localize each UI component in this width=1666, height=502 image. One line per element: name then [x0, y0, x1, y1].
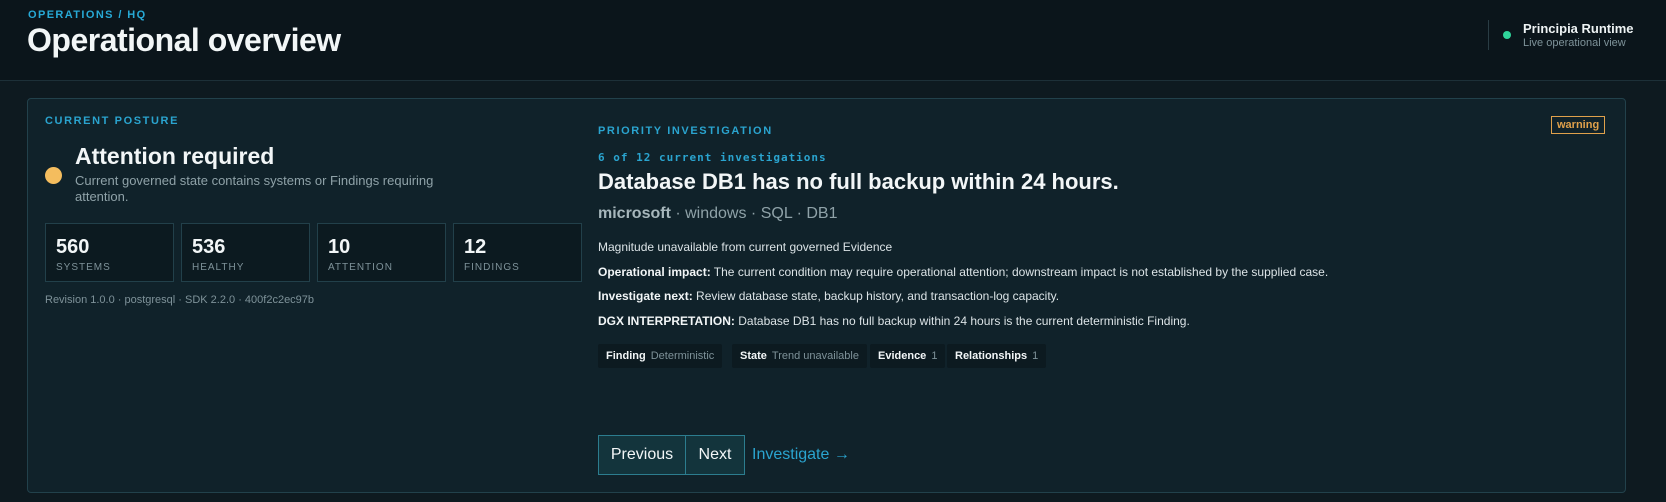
stat-value: 536: [192, 236, 226, 258]
impact-line: Operational impact: The current conditio…: [598, 265, 1328, 279]
stat-label: FINDINGS: [464, 262, 520, 273]
dgx-label: DGX INTERPRETATION:: [598, 314, 735, 328]
revision-info: Revision 1.0.0 · postgresql · SDK 2.2.0 …: [45, 294, 315, 306]
posture-description: Current governed state contains systems …: [75, 173, 434, 204]
chip-key: Finding: [606, 350, 646, 362]
stat-label: ATTENTION: [328, 262, 393, 273]
chip-key: State: [740, 350, 767, 362]
chip-value: Deterministic: [650, 350, 715, 362]
stat-label: HEALTHY: [192, 262, 245, 273]
posture-title: Attention required: [75, 143, 275, 169]
stat-attention[interactable]: 10 ATTENTION: [317, 223, 446, 282]
chip-relationships: Relationships 1: [947, 344, 1047, 368]
chip-state: State Trend unavailable: [732, 344, 867, 368]
live-status-dot-icon: [1503, 31, 1511, 39]
chip-key: Relationships: [955, 350, 1028, 362]
previous-button[interactable]: Previous: [598, 435, 686, 475]
investigate-next-text: Review database state, backup history, a…: [692, 289, 1060, 303]
stat-value: 12: [464, 236, 487, 258]
chip-value: 1: [931, 350, 938, 362]
overview-panel: CURRENT POSTURE Attention required Curre…: [27, 98, 1626, 493]
source-details: · windows · SQL · DB1: [670, 205, 838, 222]
chip-value: 1: [1032, 350, 1039, 362]
investigation-count: 6 of 12 current investigations: [598, 151, 827, 164]
attention-status-icon: [45, 167, 62, 184]
stat-value: 10: [328, 236, 351, 258]
runtime-status: Principia Runtime Live operational view: [1488, 20, 1658, 50]
chip-key: Evidence: [878, 350, 927, 362]
posture-section-label: CURRENT POSTURE: [45, 115, 180, 127]
chip-value: Trend unavailable: [771, 350, 859, 362]
magnitude-line: Magnitude unavailable from current gover…: [598, 240, 893, 254]
impact-text: The current condition may require operat…: [710, 265, 1329, 279]
dgx-text: Database DB1 has no full backup within 2…: [734, 314, 1190, 328]
top-bar: OPERATIONS / HQ Operational overview Pri…: [0, 0, 1666, 81]
posture-section: CURRENT POSTURE Attention required Curre…: [28, 99, 588, 492]
runtime-status-text: Live operational view: [1523, 37, 1626, 49]
investigate-link[interactable]: Investigate →: [752, 446, 850, 464]
impact-label: Operational impact:: [598, 265, 711, 279]
source-vendor: microsoft: [598, 205, 671, 222]
runtime-name: Principia Runtime: [1523, 21, 1634, 36]
stat-label: SYSTEMS: [56, 262, 111, 273]
chip-evidence: Evidence 1: [870, 344, 946, 368]
stat-healthy[interactable]: 536 HEALTHY: [181, 223, 310, 282]
investigation-section-label: PRIORITY INVESTIGATION: [598, 125, 773, 137]
stat-systems[interactable]: 560 SYSTEMS: [45, 223, 174, 282]
investigation-title: Database DB1 has no full backup within 2…: [598, 169, 1119, 194]
investigation-source: microsoft · windows · SQL · DB1: [598, 205, 837, 223]
stat-findings[interactable]: 12 FINDINGS: [453, 223, 582, 282]
dgx-interpretation-line: DGX INTERPRETATION: Database DB1 has no …: [598, 314, 1190, 328]
investigate-next-line: Investigate next: Review database state,…: [598, 289, 1059, 303]
severity-badge: warning: [1551, 116, 1606, 134]
investigate-next-label: Investigate next:: [598, 289, 693, 303]
breadcrumb[interactable]: OPERATIONS / HQ: [28, 9, 147, 21]
chip-finding: Finding Deterministic: [598, 344, 723, 368]
page-title: Operational overview: [27, 22, 341, 58]
stat-value: 560: [56, 236, 90, 258]
next-button[interactable]: Next: [685, 435, 745, 475]
